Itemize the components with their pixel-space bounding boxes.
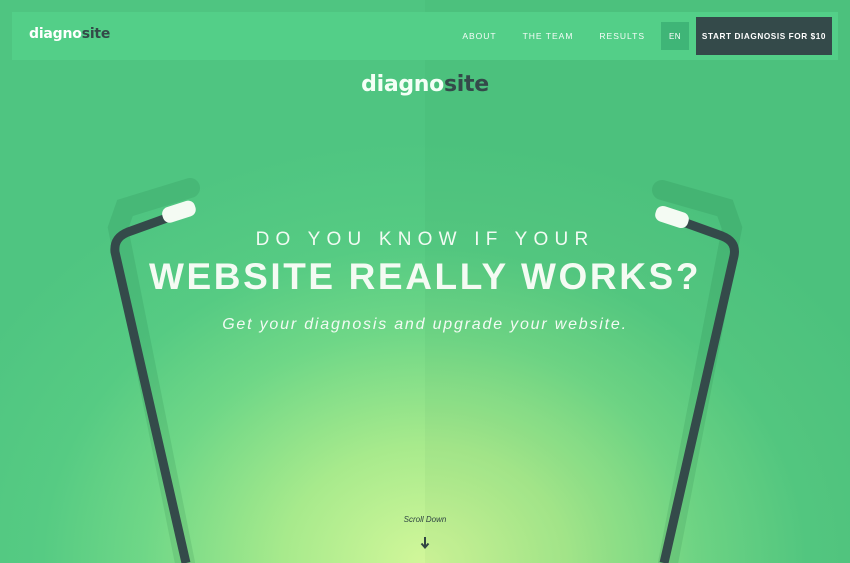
language-button[interactable]: EN <box>661 22 689 50</box>
nav-link-team[interactable]: THE TEAM <box>523 31 574 41</box>
scroll-down-label[interactable]: Scroll Down <box>0 515 850 524</box>
logo-text-primary: diagno <box>29 26 82 42</box>
navbar: diagno site ABOUT THE TEAM RESULTS EN STA… <box>12 12 838 60</box>
hero-subline: Get your diagnosis and upgrade your webs… <box>222 316 628 333</box>
start-diagnosis-button[interactable]: START DIAGNOSIS FOR $10 <box>696 17 832 55</box>
nav-link-results[interactable]: RESULTS <box>599 31 645 41</box>
hero-logo-primary: diagno <box>361 72 444 97</box>
hero-logo-secondary: site <box>443 72 489 97</box>
nav-logo[interactable]: diagno site <box>29 26 110 42</box>
logo-text-secondary: site <box>81 26 111 42</box>
left-ear-tip <box>162 200 196 223</box>
right-ear-tip <box>655 205 689 229</box>
arrow-down-icon[interactable] <box>419 535 431 551</box>
nav-links: ABOUT THE TEAM RESULTS EN START DIAGNOSI… <box>462 12 838 60</box>
headline-big: WEBSITE REALLY WORKS? <box>148 256 702 297</box>
nav-link-about[interactable]: ABOUT <box>462 31 496 41</box>
hero-logo: diagnosite <box>0 72 850 97</box>
headline-small: DO YOU KNOW IF YOUR <box>255 229 595 250</box>
